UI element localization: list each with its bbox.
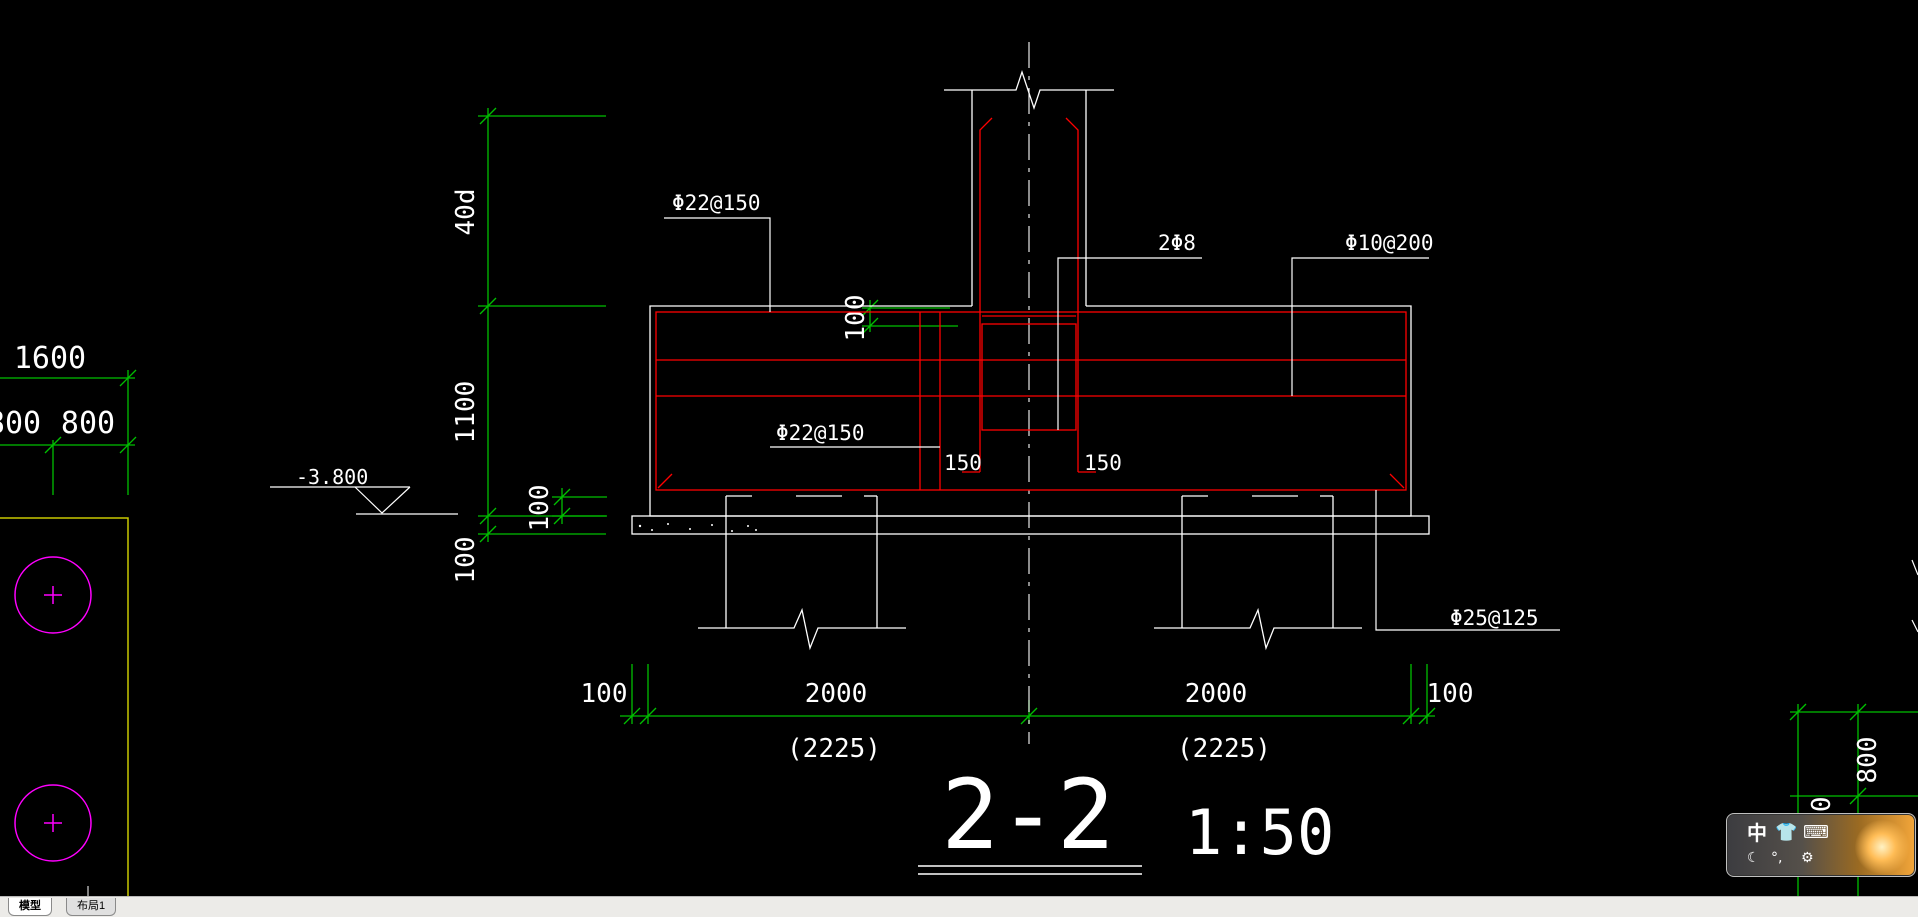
- section-number: 2-2: [941, 759, 1114, 871]
- dim-span-left-paren: (2225): [787, 734, 881, 764]
- dimension-lines: [478, 107, 1436, 725]
- cushion-hatch: [638, 523, 757, 532]
- tab-layout1[interactable]: 布局1: [66, 898, 117, 916]
- label-top-bar: Φ22@150: [672, 191, 761, 215]
- gear-icon[interactable]: ⚙: [1801, 850, 1814, 866]
- section-title: 2-2 1:50: [918, 759, 1334, 875]
- pile-circle-lower: [14, 784, 92, 862]
- left-dim-total: 1600: [14, 341, 86, 376]
- label-bottom-bar: Φ25@125: [1450, 606, 1539, 630]
- dim-edge-left: 100: [581, 679, 628, 709]
- left-dim-half-left: 800: [0, 406, 41, 441]
- pile-circle-upper: [14, 556, 92, 634]
- section-scale: 1:50: [1185, 796, 1334, 869]
- ime-toolbar[interactable]: 中 👕 ⌨ ☾ °, ⚙: [1726, 813, 1916, 877]
- dim-span-left: 2000: [805, 679, 868, 709]
- elevation-value: -3.800: [296, 465, 368, 489]
- cad-window: 1600 800 800: [0, 0, 1918, 917]
- dim-cushion: 100: [525, 485, 555, 532]
- shirt-icon[interactable]: 👕: [1775, 822, 1797, 844]
- right-dim-a: 800: [1853, 737, 1883, 784]
- dim-edge-right: 100: [1427, 679, 1474, 709]
- dimension-texts: 40d 1100 100 100 100 100 2000 2000 100 (…: [451, 189, 1473, 764]
- keyboard-icon[interactable]: ⌨: [1803, 822, 1829, 844]
- rebar-lines: [655, 117, 1407, 491]
- dim-span-right-paren: (2225): [1177, 734, 1271, 764]
- label-middle-bar: Φ22@150: [776, 421, 865, 445]
- rebar-label-texts: Φ22@150 Φ22@150 2Φ8 Φ10@200 Φ25@125 150 …: [672, 191, 1539, 630]
- cad-drawing-canvas[interactable]: 1600 800 800: [0, 0, 1918, 896]
- label-bar-gap-right: 150: [1084, 451, 1122, 475]
- dandelion-skin-image: [1855, 820, 1909, 874]
- elevation-mark: -3.800: [270, 465, 458, 515]
- tab-model[interactable]: 模型: [8, 898, 52, 916]
- dim-cover-bottom: 100: [451, 537, 481, 584]
- dim-depth: 1100: [451, 381, 481, 444]
- layout-tab-bar: 模型 布局1: [0, 896, 1918, 917]
- label-stirrup-small: 2Φ8: [1158, 231, 1196, 255]
- punctuation-button[interactable]: °,: [1771, 850, 1782, 866]
- label-side-bar: Φ10@200: [1345, 231, 1434, 255]
- dim-top-cover: 100: [841, 295, 871, 342]
- ime-mode-button[interactable]: 中: [1747, 822, 1767, 844]
- left-dim-half-right: 800: [61, 406, 115, 441]
- label-bar-gap-left: 150: [944, 451, 982, 475]
- left-detail: 1600 800 800: [0, 341, 137, 896]
- dim-top-anchor: 40d: [451, 189, 481, 236]
- moon-icon[interactable]: ☾: [1747, 850, 1760, 866]
- dim-span-right: 2000: [1185, 679, 1248, 709]
